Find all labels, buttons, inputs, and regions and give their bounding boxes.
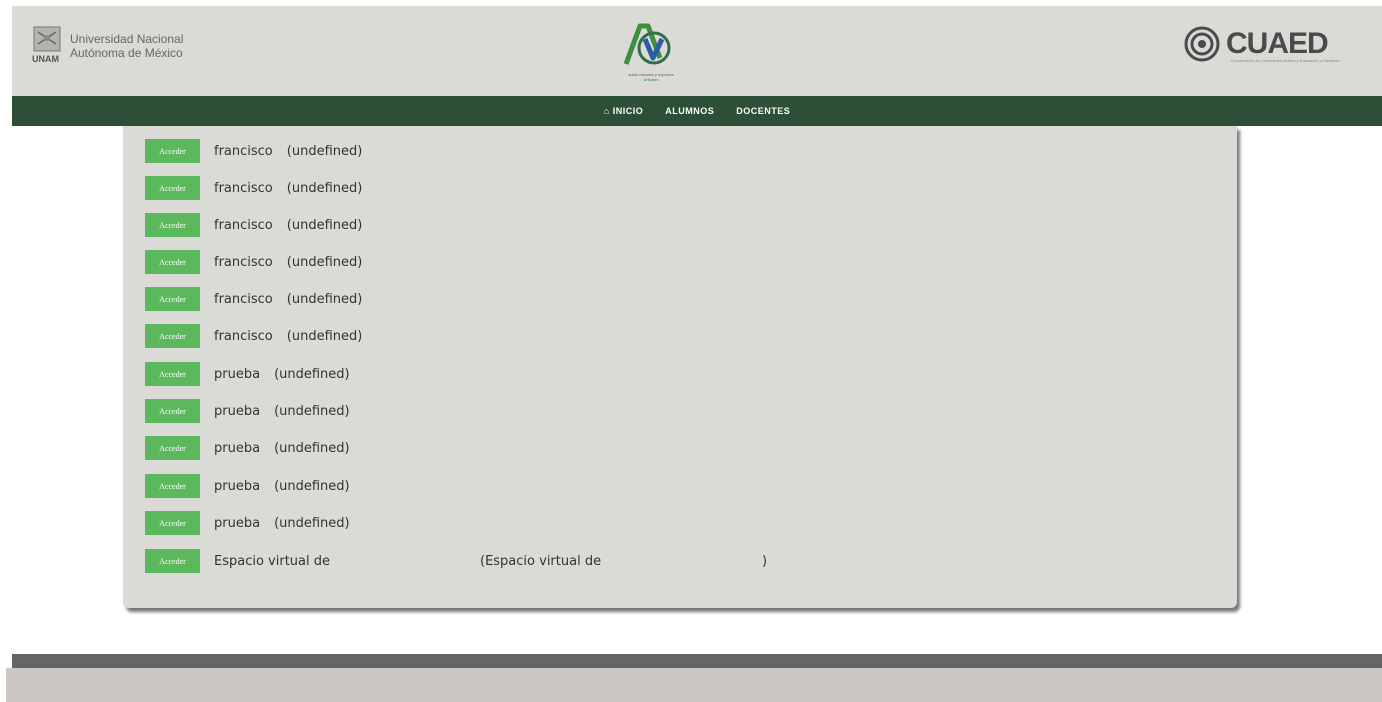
item-detail: (undefined) — [274, 478, 350, 494]
acceder-button[interactable]: Acceder — [145, 213, 200, 237]
item-name: francisco — [214, 180, 273, 196]
unam-emblem-icon: UNAM — [32, 26, 62, 66]
acceder-button[interactable]: Acceder — [145, 362, 200, 386]
item-detail: (undefined) — [286, 328, 363, 344]
unam-logo[interactable]: UNAM Universidad Nacional Autónoma de Mé… — [32, 26, 183, 66]
site-header: UNAM Universidad Nacional Autónoma de Mé… — [12, 6, 1382, 96]
list-item: Acceder francisco (undefined) — [145, 324, 362, 348]
cuaed-name: CUAED — [1226, 27, 1329, 60]
acceder-button[interactable]: Acceder — [145, 176, 200, 200]
item-detail: (undefined) — [274, 403, 350, 419]
footer-bar — [12, 654, 1382, 668]
acceder-button[interactable]: Acceder — [145, 436, 200, 460]
list-item: Acceder francisco (undefined) — [145, 213, 362, 237]
acceder-button[interactable]: Acceder — [145, 511, 200, 535]
item-name: francisco — [214, 143, 273, 159]
unam-name-line2: Autónoma de México — [70, 46, 183, 60]
item-detail: (undefined) — [286, 143, 363, 159]
item-name: prueba — [214, 403, 261, 419]
unam-abbreviation: UNAM — [32, 54, 59, 64]
list-item: Acceder prueba (undefined) — [145, 362, 350, 386]
item-name: prueba — [214, 440, 261, 456]
nav-item-inicio[interactable]: ⌂ INICIO — [604, 106, 643, 116]
home-icon: ⌂ — [603, 106, 610, 116]
item-name: francisco — [214, 217, 273, 233]
acceder-button[interactable]: Acceder — [145, 474, 200, 498]
item-name: francisco — [214, 328, 273, 344]
item-name: prueba — [214, 366, 261, 382]
item-name: prueba — [214, 515, 261, 531]
item-name: francisco — [214, 291, 273, 307]
item-name: Espacio virtual de — [214, 553, 330, 569]
list-item: Acceder prueba (undefined) — [145, 436, 350, 460]
unam-name-line1: Universidad Nacional — [70, 32, 184, 46]
item-detail: (undefined) — [274, 440, 350, 456]
acceder-button[interactable]: Acceder — [145, 549, 200, 573]
cuaed-emblem-icon — [1184, 26, 1220, 62]
content-panel: Acceder francisco (undefined) Acceder fr… — [123, 126, 1237, 608]
acceder-button[interactable]: Acceder — [145, 139, 200, 163]
list-item: Acceder francisco (undefined) — [145, 287, 362, 311]
acceder-button[interactable]: Acceder — [145, 287, 200, 311]
cuaed-subtitle: Coordinación de Universidad Abierta y Ed… — [1230, 58, 1340, 63]
item-detail: (undefined) — [274, 366, 350, 382]
nav-item-label: INICIO — [612, 106, 644, 116]
item-detail: (undefined) — [286, 180, 363, 196]
list-item: Acceder prueba (undefined) — [145, 399, 350, 423]
nav-item-alumnos[interactable]: ALUMNOS — [665, 106, 714, 116]
acceder-button[interactable]: Acceder — [145, 399, 200, 423]
footer — [6, 668, 1382, 702]
acceder-button[interactable]: Acceder — [145, 250, 200, 274]
list-item: Acceder Espacio virtual de (Espacio virt… — [145, 549, 767, 573]
av-caption: aulas virtuales y espacios virtuales — [628, 72, 674, 82]
main-nav: ⌂ INICIO ALUMNOS DOCENTES — [12, 96, 1382, 126]
item-detail: (undefined) — [274, 515, 350, 531]
item-detail: (undefined) — [286, 217, 363, 233]
list-item: Acceder prueba (undefined) — [145, 474, 350, 498]
acceder-button[interactable]: Acceder — [145, 324, 200, 348]
item-detail: (undefined) — [286, 254, 363, 270]
unam-name: Universidad Nacional Autónoma de México — [70, 32, 183, 60]
list-item: Acceder prueba (undefined) — [145, 511, 350, 535]
item-detail-close: ) — [762, 553, 768, 569]
item-name: francisco — [214, 254, 273, 270]
list-item: Acceder francisco (undefined) — [145, 250, 362, 274]
item-detail: (undefined) — [286, 291, 363, 307]
cuaed-logo[interactable]: CUAED Coordinación de Universidad Abiert… — [1184, 26, 1339, 63]
list-item: Acceder francisco (undefined) — [145, 139, 362, 163]
nav-item-docentes[interactable]: DOCENTES — [736, 106, 790, 116]
list-item: Acceder francisco (undefined) — [145, 176, 362, 200]
item-name: prueba — [214, 478, 261, 494]
item-detail: (Espacio virtual de — [480, 553, 602, 569]
